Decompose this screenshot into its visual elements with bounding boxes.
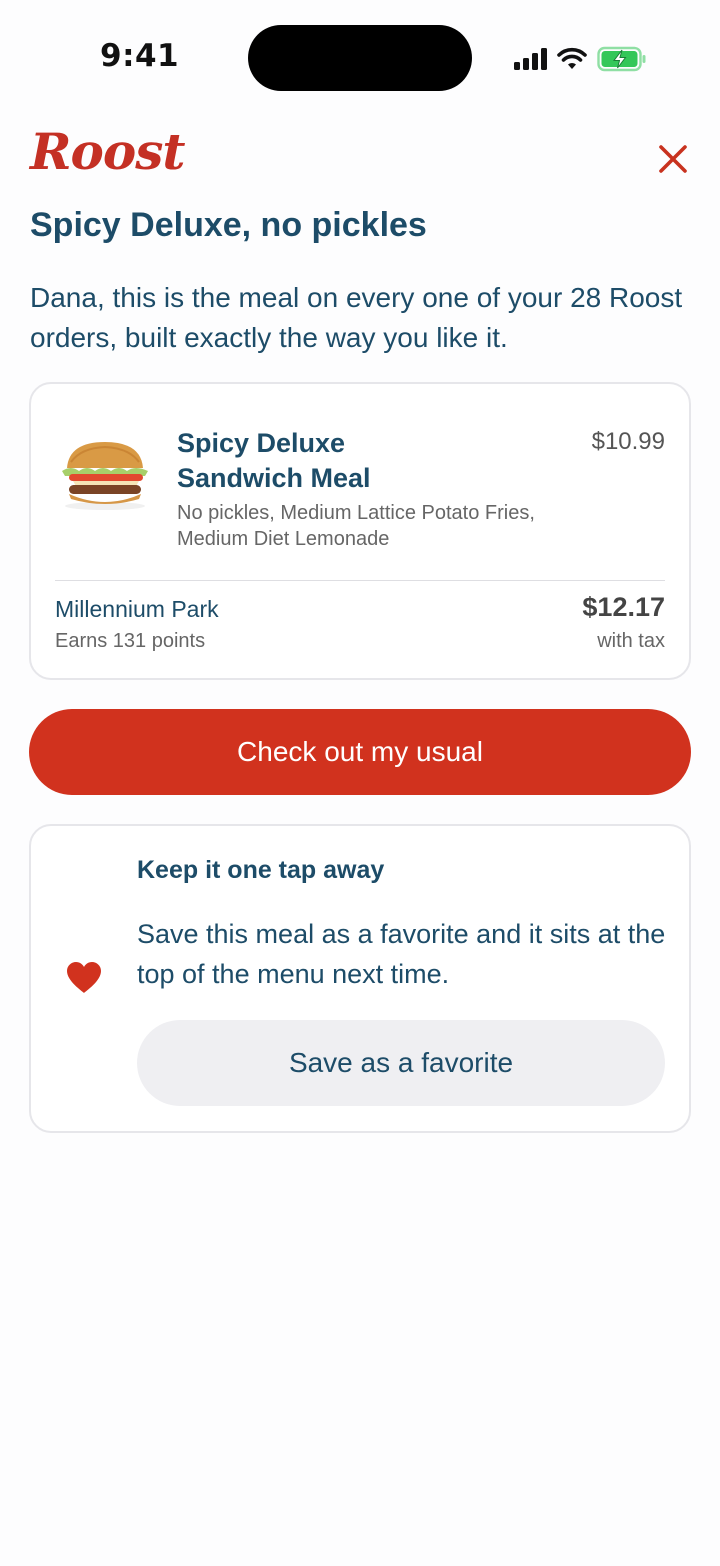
- status-icons: [514, 44, 647, 74]
- dynamic-island: [248, 25, 472, 91]
- save-favorite-button[interactable]: Save as a favorite: [137, 1020, 665, 1106]
- item-name: Spicy Deluxe Sandwich Meal: [177, 428, 371, 493]
- favorite-card: Keep it one tap away Save this meal as a…: [29, 824, 691, 1133]
- wifi-icon: [557, 47, 587, 69]
- order-total: $12.17: [582, 592, 665, 622]
- order-card: Spicy Deluxe Sandwich Meal $10.99 No pic…: [29, 382, 691, 680]
- favorite-title: Keep it one tap away: [137, 856, 385, 884]
- close-button[interactable]: [656, 142, 690, 176]
- divider: [55, 580, 665, 581]
- close-icon: [659, 145, 687, 173]
- cellular-signal-icon: [514, 48, 547, 70]
- heart-icon: [67, 962, 101, 993]
- battery-charging-icon: [597, 46, 646, 72]
- page-title: Spicy Deluxe, no pickles: [30, 206, 427, 244]
- brand-logo: Roost: [30, 122, 185, 181]
- status-time: 9:41: [100, 38, 180, 74]
- checkout-button[interactable]: Check out my usual: [29, 709, 691, 795]
- points-earned: Earns 131 points: [55, 630, 206, 652]
- favorite-description: Save this meal as a favorite and it sits…: [137, 919, 666, 989]
- item-price: $10.99: [591, 428, 665, 455]
- item-modifiers: No pickles, Medium Lattice Potato Fries,…: [177, 502, 535, 550]
- store-name: Millennium Park: [55, 596, 219, 622]
- total-note: with tax: [597, 630, 665, 652]
- sandwich-image: [62, 442, 148, 510]
- screen: 9:41 Roost Spicy Deluxe, no pickles Dana…: [0, 0, 720, 1566]
- intro-text: Dana, this is the meal on every one of y…: [30, 282, 683, 353]
